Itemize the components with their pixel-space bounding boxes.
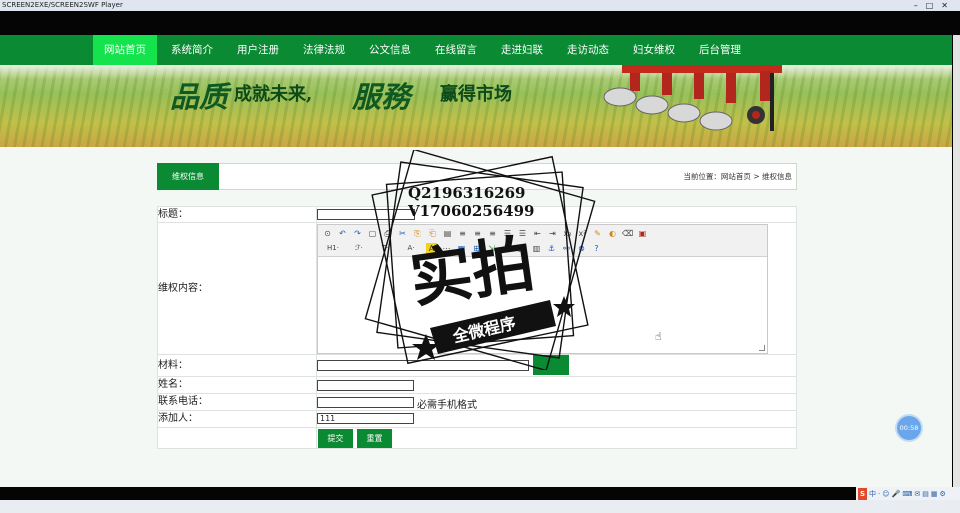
material-label: 材料： xyxy=(158,360,188,371)
nav-item-home[interactable]: 网站首页 xyxy=(93,35,157,65)
window-controls[interactable]: –□✕ xyxy=(914,0,956,11)
source-icon[interactable]: ⊙ xyxy=(322,228,333,239)
adder-input[interactable]: 111 xyxy=(317,413,414,424)
name-input[interactable] xyxy=(317,380,414,391)
letterbox-bottom xyxy=(0,487,960,500)
content-label: 维权内容： xyxy=(158,283,208,294)
window-title: SCREEN2EXE/SCREEN2SWF Player xyxy=(2,1,123,9)
nav-item-register[interactable]: 用户注册 xyxy=(229,35,287,65)
adder-label: 添加人： xyxy=(158,413,198,424)
minimize-icon[interactable]: – xyxy=(914,1,926,10)
plow-machine-illustration xyxy=(603,65,782,131)
phone-hint: 必需手机格式 xyxy=(417,400,477,411)
punctuation-icon[interactable]: · xyxy=(878,488,880,500)
breadcrumb: 当前位置：网站首页 > 维权信息 xyxy=(683,172,792,181)
window-titlebar: SCREEN2EXE/SCREEN2SWF Player –□✕ xyxy=(0,0,960,11)
header-banner: 品质 成就未来, 服務 赢得市场 xyxy=(0,65,952,147)
nav-item-rights[interactable]: 妇女维权 xyxy=(625,35,683,65)
keyboard-icon[interactable]: ⌨ xyxy=(902,488,912,500)
nav-item-docs[interactable]: 公文信息 xyxy=(361,35,419,65)
skin-icon[interactable]: ▤ xyxy=(922,488,929,500)
phone-label: 联系电话： xyxy=(158,396,208,407)
remove-icon[interactable]: ⌫ xyxy=(622,228,633,239)
watermark-main: 实拍 xyxy=(406,227,539,317)
toolbox-icon[interactable]: ▦ xyxy=(931,488,938,500)
panel-tab-rights-info: 维权信息 xyxy=(157,163,219,190)
settings-icon[interactable]: ⚙ xyxy=(940,488,946,500)
taskbar xyxy=(0,500,960,513)
system-tray: S 中 · ☺ 🎤 ⌨ ✉ ▤ ▦ ⚙ xyxy=(856,487,960,500)
watermark-stamp: 全微程序 Q2196316269 V17060256499 实拍 xyxy=(364,150,596,370)
sogou-ime-icon[interactable]: S xyxy=(858,487,868,500)
undo-icon[interactable]: ↶ xyxy=(337,228,348,239)
voice-icon[interactable]: 🎤 xyxy=(892,488,901,500)
ime-mode-icon[interactable]: 中 xyxy=(869,488,876,500)
nav-item-about[interactable]: 走进妇联 xyxy=(493,35,551,65)
fullscreen-icon[interactable]: ▣ xyxy=(637,228,648,239)
main-nav: 网站首页 系统简介 用户注册 法律法规 公文信息 在线留言 走进妇联 走访动态 … xyxy=(0,35,952,65)
nav-item-admin[interactable]: 后台管理 xyxy=(691,35,749,65)
slogan-quality: 品质 xyxy=(170,80,229,114)
nav-item-laws[interactable]: 法律法规 xyxy=(295,35,353,65)
watermark-qq: Q2196316269 xyxy=(408,184,525,202)
submit-button[interactable]: 提交 xyxy=(318,429,353,448)
heading-select-icon[interactable]: H1· xyxy=(322,243,344,254)
reset-button[interactable]: 重置 xyxy=(357,429,392,448)
name-label: 姓名： xyxy=(158,379,188,390)
page-scrollbar[interactable] xyxy=(953,35,960,487)
phone-input[interactable] xyxy=(317,397,414,408)
mail-icon[interactable]: ✉ xyxy=(914,488,920,500)
letterbox-top xyxy=(0,11,960,35)
title-label: 标题： xyxy=(158,209,188,220)
close-icon[interactable]: ✕ xyxy=(941,1,956,10)
nav-item-visits[interactable]: 走访动态 xyxy=(559,35,617,65)
select-all-icon[interactable]: ◐ xyxy=(607,228,618,239)
watermark-vx: V17060256499 xyxy=(407,202,534,220)
slogan-service: 服務 xyxy=(352,80,411,114)
recording-timer[interactable]: 00:58 xyxy=(897,416,921,440)
slogan-future: 成就未来, xyxy=(234,84,313,105)
emoji-icon[interactable]: ☺ xyxy=(882,488,889,500)
slogan-market: 赢得市场 xyxy=(440,84,512,105)
nav-item-intro[interactable]: 系统简介 xyxy=(163,35,221,65)
mouse-cursor-icon: ☝ xyxy=(655,330,662,343)
maximize-icon[interactable]: □ xyxy=(926,1,942,10)
editor-resize-handle[interactable] xyxy=(759,345,765,351)
nav-item-message[interactable]: 在线留言 xyxy=(427,35,485,65)
